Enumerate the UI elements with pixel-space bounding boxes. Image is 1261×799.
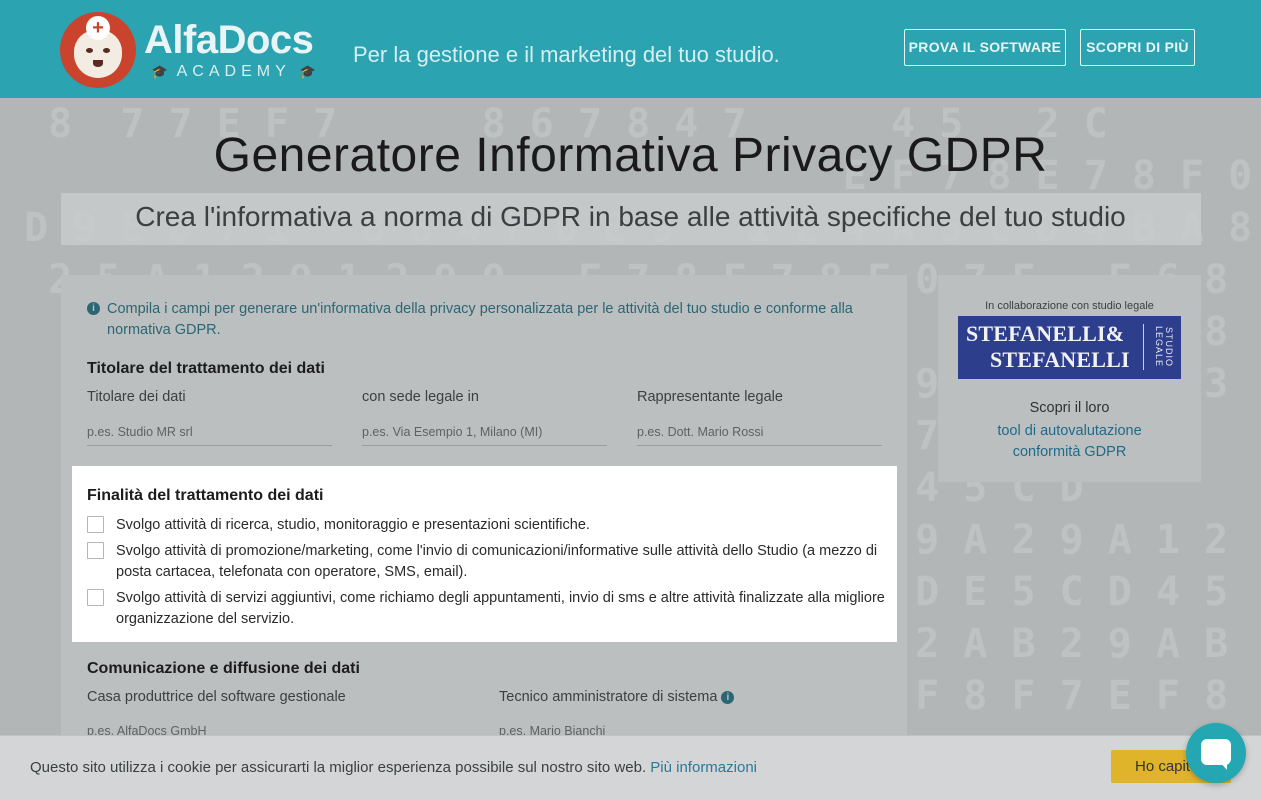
legal-rep-input[interactable] — [637, 418, 882, 446]
section-owner-heading: Titolare del trattamento dei dati — [87, 360, 325, 377]
purpose-checkbox-marketing[interactable] — [87, 542, 104, 559]
info-icon: i — [87, 302, 100, 315]
lion-logo-icon[interactable]: + — [60, 12, 136, 88]
page-title: Generatore Informativa Privacy GDPR — [213, 129, 1048, 182]
cookie-text: Questo sito utilizza i cookie per assicu… — [30, 759, 757, 776]
purpose-checkbox-research[interactable] — [87, 516, 104, 533]
section-purpose-heading: Finalità del trattamento dei dati — [87, 487, 324, 504]
chat-icon[interactable] — [1201, 739, 1231, 770]
headquarters-input[interactable] — [362, 418, 607, 446]
try-software-button[interactable]: PROVA IL SOFTWARE — [904, 29, 1066, 66]
partner-logo-vertical-text: STUDIO LEGALE — [1154, 326, 1174, 368]
purpose-label-marketing[interactable]: Svolgo attività di promozione/marketing,… — [116, 541, 886, 583]
info-icon[interactable]: i — [721, 690, 735, 704]
headquarters-field-label: con sede legale in — [362, 389, 479, 405]
sysadmin-field-label: Tecnico amministratore di sistema i — [499, 689, 735, 705]
discover-more-button[interactable]: SCOPRI DI PIÙ — [1080, 29, 1195, 66]
purpose-label-research[interactable]: Svolgo attività di ricerca, studio, moni… — [116, 515, 886, 536]
partner-caption: In collaborazione con studio legale — [985, 300, 1154, 312]
software-maker-field-label: Casa produttrice del software gestionale — [87, 689, 346, 705]
owner-input[interactable] — [87, 418, 332, 446]
owner-field-label: Titolare dei dati — [87, 389, 186, 405]
partner-logo-text: STEFANELLI& STEFANELLI — [966, 321, 1130, 372]
section-comm-heading: Comunicazione e diffusione dei dati — [87, 660, 360, 677]
logo-wordmark[interactable]: AlfaDocs — [144, 18, 314, 62]
graduation-cap-icon: 🎓 — [299, 64, 317, 79]
page-subtitle: Crea l'informativa a norma di GDPR in ba… — [135, 201, 1126, 232]
partner-tool-link[interactable]: tool di autovalutazione conformità GDPR — [938, 421, 1201, 463]
purpose-checkbox-services[interactable] — [87, 589, 104, 606]
graduation-cap-icon: 🎓 — [151, 64, 169, 79]
purpose-label-services[interactable]: Svolgo attività di servizi aggiuntivi, c… — [116, 588, 886, 630]
legal-rep-field-label: Rappresentante legale — [637, 389, 783, 405]
logo-subtitle: 🎓 ACADEMY 🎓 — [151, 63, 317, 80]
cookie-more-info-link[interactable]: Più informazioni — [650, 759, 757, 776]
partner-text: Scopri il loro — [1029, 400, 1110, 416]
header-tagline: Per la gestione e il marketing del tuo s… — [353, 42, 780, 67]
form-info-text: Compila i campi per generare un'informat… — [107, 301, 853, 338]
